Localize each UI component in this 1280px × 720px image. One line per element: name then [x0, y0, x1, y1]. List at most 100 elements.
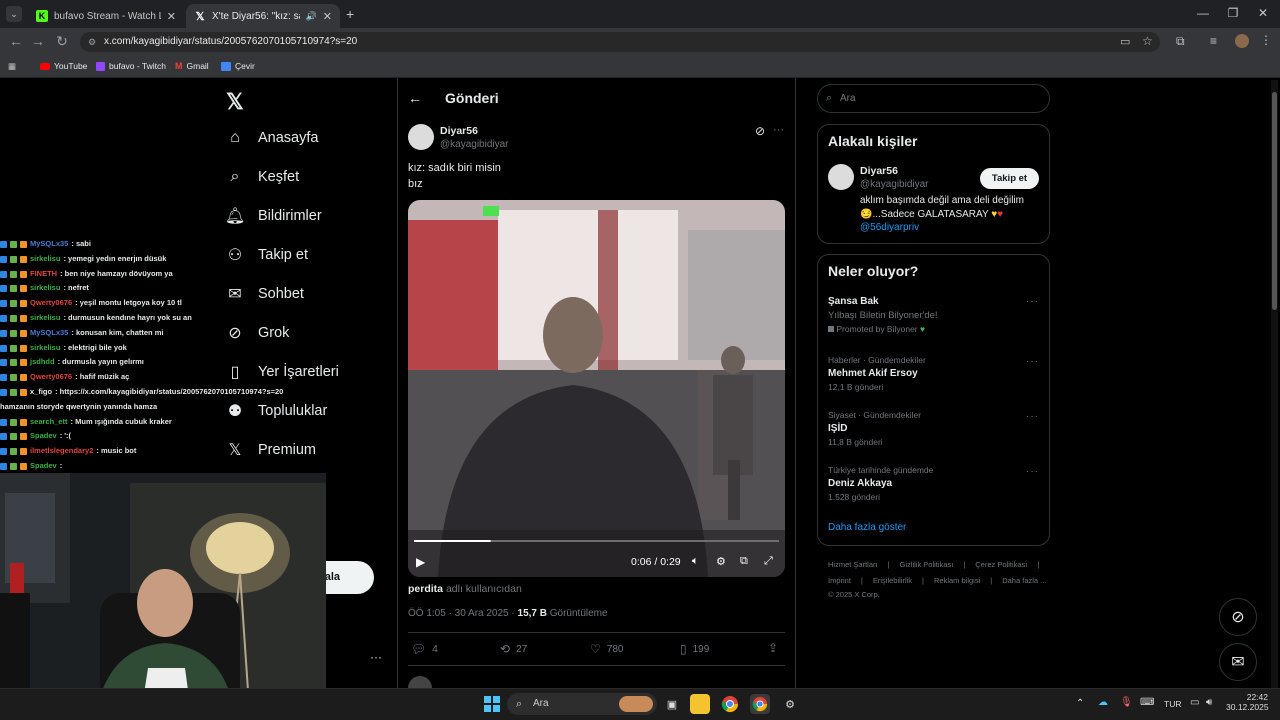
volume-icon[interactable]: 🔊︎	[1206, 697, 1212, 708]
scrollbar-thumb[interactable]	[1272, 92, 1277, 310]
maximize-button[interactable]: ❐	[1218, 6, 1248, 20]
author-handle[interactable]: @kayagibidiyar	[440, 139, 509, 150]
bookmark-gmail[interactable]: M Gmail	[175, 61, 209, 71]
follow-button[interactable]: Takip et	[980, 168, 1039, 189]
share-icon[interactable]: ⇪	[768, 641, 778, 655]
footer-link[interactable]: Gizlilik Politikası	[900, 560, 954, 569]
volume-icon[interactable]: 🔈︎	[692, 555, 699, 568]
microphone-icon[interactable]: 🎙︎	[1120, 697, 1133, 708]
trend-item[interactable]: Siyaset · Gündemdekiler IŞİD 11,8 B gönd…	[828, 410, 921, 447]
chat-username[interactable]: search_ett	[30, 415, 68, 430]
chat-username[interactable]: Spadev	[30, 459, 57, 474]
chat-username[interactable]: x_figo	[30, 385, 52, 400]
clock[interactable]: 22:42 30.12.2025	[1226, 692, 1269, 712]
reload-icon[interactable]: ↻	[52, 33, 72, 50]
trend-more-icon[interactable]: ···	[1026, 411, 1039, 422]
account-more-icon[interactable]: ···	[370, 650, 382, 664]
task-view-icon[interactable]: ▣	[662, 694, 682, 714]
app-icon[interactable]: ⚙	[780, 694, 800, 714]
close-tab-icon[interactable]: ✕	[167, 10, 176, 23]
address-bar[interactable]: ⚙ x.com/kayagibidiyar/status/20057620701…	[80, 32, 1160, 52]
trend-more-icon[interactable]: ···	[1026, 296, 1039, 307]
chrome-icon[interactable]	[720, 694, 740, 714]
cast-icon[interactable]: ▭	[1120, 35, 1130, 48]
keyboard-icon[interactable]: ⌨	[1140, 697, 1154, 708]
chat-username[interactable]: MySQLx35	[30, 326, 68, 341]
tab-x-post[interactable]: 𝕏 X'te Diyar56: "kız: sadık biri 🔊 ✕	[186, 4, 340, 28]
footer-link[interactable]: Reklam bilgisi	[934, 576, 980, 585]
nav-home[interactable]: ⌂ Anasayfa	[226, 129, 318, 147]
author-name[interactable]: Diyar56	[440, 125, 478, 137]
forward-arrow-icon[interactable]: →	[28, 33, 48, 49]
close-tab-icon[interactable]: ✕	[323, 10, 332, 23]
trend-item[interactable]: Haberler · Gündemdekiler Mehmet Akif Ers…	[828, 355, 926, 392]
network-icon[interactable]: ▭	[1190, 697, 1199, 708]
nav-explore[interactable]: ⌕ Keşfet	[226, 168, 300, 186]
trend-more-icon[interactable]: ···	[1026, 466, 1039, 477]
chat-username[interactable]: Spadev	[30, 429, 57, 444]
tray-expand-icon[interactable]: ⌃	[1076, 698, 1084, 709]
bio-link[interactable]: @56diyarpriv	[860, 222, 919, 233]
play-icon[interactable]: ▶	[416, 555, 425, 569]
menu-icon[interactable]: ⋮	[1260, 33, 1272, 47]
show-more-link[interactable]: Daha fazla göster	[828, 522, 906, 533]
chat-username[interactable]: Qwerty0676	[30, 370, 72, 385]
like-button[interactable]: ♡ 780	[590, 642, 623, 656]
apps-grid-icon[interactable]: ▦	[8, 61, 16, 72]
language-indicator[interactable]: TUR	[1164, 699, 1181, 709]
messages-float-button[interactable]: ✉	[1219, 643, 1257, 681]
trend-more-icon[interactable]: ···	[1026, 356, 1039, 367]
nav-notifications[interactable]: 🔔︎ Bildirimler	[225, 207, 322, 225]
bookmark-youtube[interactable]: YouTube	[40, 61, 87, 71]
person-handle[interactable]: @kayagibidiyar	[860, 179, 929, 190]
chat-username[interactable]: MySQLx35	[30, 237, 68, 252]
windows-start-icon[interactable]	[482, 694, 502, 714]
grok-icon[interactable]: ⊘	[755, 124, 765, 138]
site-info-icon[interactable]: ⚙	[88, 32, 96, 52]
new-tab-button[interactable]: +	[346, 6, 354, 22]
chrome-active-icon[interactable]	[750, 694, 770, 714]
chat-username[interactable]: sirkelisu	[30, 311, 60, 326]
tab-bufavo[interactable]: K bufavo Stream - Watch Live on ✕	[28, 4, 184, 28]
chat-username[interactable]: sirkelisu	[30, 341, 60, 356]
footer-link[interactable]: İmprint	[828, 576, 851, 585]
repost-button[interactable]: ⟲ 27	[500, 642, 527, 656]
bookmark-translate[interactable]: Çevir	[221, 61, 255, 71]
attribution-user[interactable]: perdita	[408, 583, 443, 595]
person-name[interactable]: Diyar56	[860, 165, 898, 177]
chat-username[interactable]: jsdhdd	[30, 355, 55, 370]
media-control-icon[interactable]: ≡	[1210, 34, 1217, 48]
x-logo-icon[interactable]: 𝕏	[226, 89, 244, 115]
person-avatar[interactable]	[828, 164, 854, 190]
footer-link[interactable]: Hizmet Şartları	[828, 560, 878, 569]
file-explorer-icon[interactable]	[690, 694, 710, 714]
chat-username[interactable]: sirkelisu	[30, 252, 60, 267]
footer-link[interactable]: Erişilebilirlik	[873, 576, 912, 585]
back-arrow-icon[interactable]: ←	[6, 33, 26, 49]
grok-float-button[interactable]: ⊘	[1219, 598, 1257, 636]
chat-username[interactable]: FINETH	[30, 267, 57, 282]
footer-link[interactable]: Çerez Politikası	[975, 560, 1027, 569]
author-avatar[interactable]	[408, 124, 434, 150]
fullscreen-icon[interactable]: ⤢	[764, 555, 773, 568]
trend-item[interactable]: Şansa Bak Yılbaşı Biletin Bilyoner'de! P…	[828, 296, 938, 334]
extensions-icon[interactable]: ⧉	[1176, 34, 1185, 49]
settings-gear-icon[interactable]: ⚙	[716, 555, 726, 568]
chat-username[interactable]: sirkelisu	[30, 281, 60, 296]
speaker-icon[interactable]: 🔊	[306, 11, 317, 22]
pip-icon[interactable]: ⧉	[740, 555, 748, 568]
profile-avatar[interactable]	[1235, 34, 1249, 48]
minimize-button[interactable]: —	[1188, 6, 1218, 20]
bookmark-star-icon[interactable]: ☆	[1142, 34, 1153, 48]
reply-button[interactable]: 💬︎ 4	[411, 642, 438, 656]
taskbar-search[interactable]: ⌕ Ara	[507, 693, 657, 715]
chat-username[interactable]: Qwerty0676	[30, 296, 72, 311]
footer-link[interactable]: Daha fazla ...	[1002, 576, 1046, 585]
trend-item[interactable]: Türkiye tarihinde gündemde Deniz Akkaya …	[828, 465, 933, 502]
onedrive-icon[interactable]: ☁	[1098, 697, 1108, 708]
video-player[interactable]	[408, 200, 785, 577]
tab-search-button[interactable]: ⌄	[6, 6, 22, 22]
chat-username[interactable]: ilmetlslegendary2	[30, 444, 93, 459]
bookmark-twitch[interactable]: bufavo - Twitch	[96, 61, 166, 71]
back-arrow-icon[interactable]: ←	[408, 90, 422, 106]
